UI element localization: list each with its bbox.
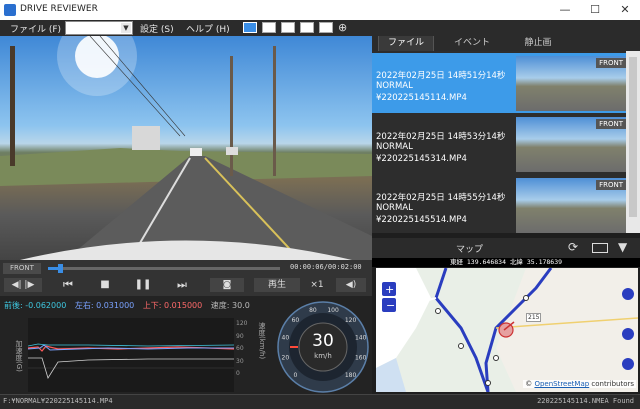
gauge-tick-label: 100 — [327, 307, 339, 314]
thumbnail-tag: FRONT — [596, 180, 626, 190]
zoom-icon[interactable]: ⊕ — [338, 21, 347, 34]
file-datetime: 2022年02月25日 14時55分14秒 — [376, 193, 506, 203]
tab-stills[interactable]: 静止画 — [508, 36, 568, 51]
gauge-tick-label: 0 — [294, 372, 298, 379]
speed-axis-ticks: 120 90 60 30 0 — [236, 318, 250, 381]
status-nmea: 220225145114.NMEA Found — [537, 397, 634, 405]
gauge-tick-label: 80 — [309, 307, 317, 314]
snapshot-camera-icon[interactable]: ◙ — [210, 278, 244, 292]
scrollbar-thumb[interactable] — [629, 57, 637, 217]
layout-fit-button[interactable] — [243, 22, 257, 33]
app-logo-icon — [4, 4, 16, 16]
layout-split-button[interactable] — [300, 22, 314, 33]
gauge-tick-label: 60 — [292, 317, 300, 324]
thumbnail-tag: FRONT — [596, 58, 626, 68]
speed-button[interactable]: ×1 — [306, 278, 328, 292]
file-datetime: 2022年02月25日 14時51分14秒 — [376, 71, 506, 81]
accel-readout: 前後: -0.062000 左右: 0.031000 上下: 0.015000 … — [4, 300, 250, 311]
file-thumbnail: FRONT — [516, 117, 628, 172]
file-type: NORMAL — [376, 142, 413, 152]
left-axis-label: 加速度(G) — [15, 340, 23, 372]
acceleration-graph — [27, 318, 235, 392]
file-list: 2022年02月25日 14時51分14秒 NORMAL ¥2202251451… — [372, 51, 640, 233]
menu-file[interactable]: ファイル (F) — [10, 22, 61, 35]
title-bar: DRIVE REVIEWER — ☐ ✕ — [0, 0, 640, 20]
speed-readout: 速度: 30.0 — [210, 301, 250, 310]
file-type: NORMAL — [376, 203, 413, 213]
file-thumbnail: FRONT — [516, 56, 628, 111]
file-list-scrollbar[interactable] — [626, 51, 640, 233]
file-type: NORMAL — [376, 81, 413, 91]
dashcam-frame — [0, 36, 372, 260]
forward-accel: 前後: -0.062000 — [4, 301, 67, 310]
skip-forward-icon[interactable]: ⏭ — [170, 278, 194, 292]
tick-label: 90 — [236, 332, 244, 340]
stop-icon[interactable]: ■ — [96, 278, 114, 292]
map-title: マップ — [456, 245, 484, 255]
tab-bar: ファイル イベント 静止画 — [372, 36, 640, 51]
layout-pip-right-button[interactable] — [319, 22, 333, 33]
map-toolbar: マップ ⟳ ▼ — [372, 238, 640, 258]
gauge-tick-label: 180 — [345, 372, 357, 379]
speed-unit: km/h — [314, 352, 332, 360]
speedometer: 0 20 40 60 80 100 120 140 160 180 30 km/h — [276, 300, 370, 394]
minimize-button[interactable]: — — [550, 0, 580, 20]
lateral-accel: 左右: 0.031000 — [74, 301, 135, 310]
tab-events[interactable]: イベント — [442, 36, 502, 51]
tick-label: 0 — [236, 370, 240, 377]
attribution-suffix: contributors — [589, 380, 634, 388]
thumbnail-tag: FRONT — [596, 119, 626, 129]
file-path: ¥220225145514.MP4 — [376, 215, 467, 225]
file-path: ¥220225145314.MP4 — [376, 154, 467, 164]
refresh-icon[interactable]: ⟳ — [568, 240, 578, 254]
tick-label: 30 — [236, 357, 244, 365]
menu-bar: ファイル (F) ▼ 設定 (S) ヘルプ (H) ⊕ — [0, 20, 640, 36]
vertical-accel: 上下: 0.015000 — [142, 301, 203, 310]
speed-value: 30 — [312, 331, 334, 351]
map-view[interactable]: + − 215 © OpenStreetMap contributors — [376, 268, 638, 392]
volume-icon[interactable]: ◀) — [336, 278, 366, 292]
tick-label: 60 — [236, 345, 244, 352]
tab-files[interactable]: ファイル — [378, 36, 434, 51]
file-thumbnail: FRONT — [516, 178, 628, 233]
svg-text:−: − — [386, 299, 395, 312]
status-bar: F:¥NORMAL¥220225145114.MP4 220225145114.… — [0, 394, 640, 409]
file-datetime: 2022年02月25日 14時53分14秒 — [376, 132, 506, 142]
layout-single-button[interactable] — [262, 22, 276, 33]
video-view[interactable] — [0, 36, 372, 260]
layout-pip-left-button[interactable] — [281, 22, 295, 33]
list-item[interactable]: 2022年02月25日 14時53分14秒 NORMAL ¥2202251453… — [372, 114, 630, 174]
chevron-down-icon[interactable]: ▼ — [121, 23, 131, 33]
road-label: 215 — [526, 313, 542, 322]
menu-settings[interactable]: 設定 (S) — [140, 22, 174, 35]
window-icon[interactable] — [592, 243, 608, 253]
time-readout: 00:00:06/00:02:00 — [290, 263, 362, 271]
map-attribution: © OpenStreetMap contributors — [523, 380, 636, 388]
collapse-icon[interactable]: ▼ — [618, 240, 627, 254]
window-title: DRIVE REVIEWER — [20, 4, 98, 14]
menu-help[interactable]: ヘルプ (H) — [186, 22, 230, 35]
close-button[interactable]: ✕ — [610, 0, 640, 20]
pause-icon[interactable]: ❚❚ — [134, 278, 152, 292]
seek-bar[interactable] — [48, 267, 280, 270]
play-button[interactable]: 再生 — [254, 278, 300, 292]
maximize-button[interactable]: ☐ — [580, 0, 610, 20]
svg-text:+: + — [385, 283, 394, 296]
camera-tag: FRONT — [3, 263, 41, 274]
seek-handle[interactable] — [57, 264, 63, 273]
gauge-tick-label: 120 — [345, 317, 357, 324]
osm-link[interactable]: OpenStreetMap — [534, 380, 589, 388]
list-item[interactable]: 2022年02月25日 14時51分14秒 NORMAL ¥2202251451… — [372, 53, 630, 113]
right-axis-label: 速度(km/h) — [258, 322, 266, 360]
frame-step-button[interactable]: ◀| |▶ — [4, 278, 42, 292]
skip-back-icon[interactable]: ⏮ — [56, 278, 80, 292]
file-combo-box[interactable]: ▼ — [65, 21, 133, 35]
file-path: ¥220225145114.MP4 — [376, 93, 467, 103]
tick-label: 120 — [236, 320, 248, 327]
list-item[interactable]: 2022年02月25日 14時55分14秒 NORMAL ¥2202251455… — [372, 175, 630, 233]
map-coordinates: 東経 139.646834 北緯 35.178639 — [372, 258, 640, 267]
status-file-path: F:¥NORMAL¥220225145114.MP4 — [3, 397, 113, 405]
